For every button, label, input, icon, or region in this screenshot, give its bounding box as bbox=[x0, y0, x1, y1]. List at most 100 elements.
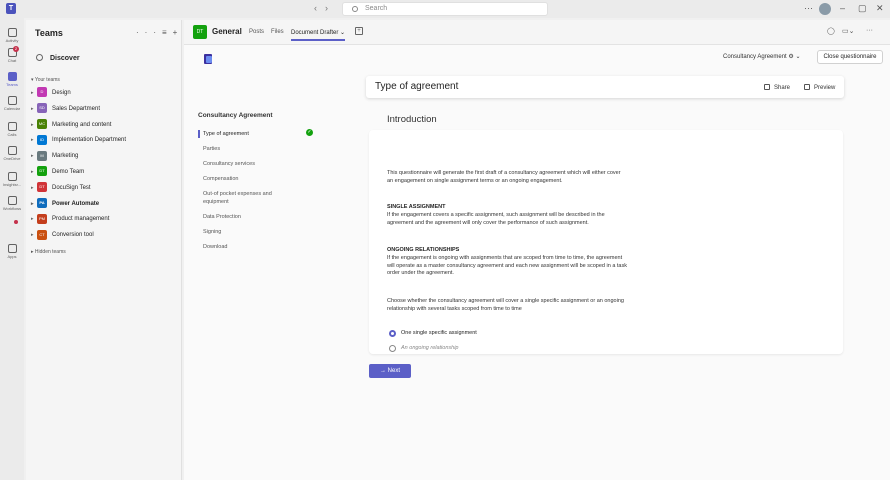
nav-item[interactable]: Compensation bbox=[203, 175, 298, 183]
avatar[interactable] bbox=[819, 3, 831, 15]
rail-item-calls[interactable]: Calls bbox=[0, 122, 24, 137]
question-text: Choose whether the consultancy agreement… bbox=[387, 298, 624, 312]
team-avatar: DT bbox=[37, 182, 47, 193]
teams-panel-title: Teams bbox=[35, 28, 63, 38]
more-options-icon[interactable]: ··· bbox=[866, 27, 873, 34]
agreement-select-label: Consultancy Agreement bbox=[723, 54, 787, 60]
back-arrow-icon[interactable]: ‹ bbox=[314, 3, 325, 13]
agreement-select[interactable]: Consultancy Agreement ⚙ ⌄ bbox=[723, 53, 800, 60]
team-name: Power Automate bbox=[52, 200, 100, 207]
team-item[interactable]: ▸ D Design bbox=[31, 87, 71, 99]
team-item[interactable]: ▸ DT DocuSign Test bbox=[31, 182, 91, 194]
team-item[interactable]: ▸ PA Power Automate bbox=[31, 198, 99, 210]
team-avatar: DT bbox=[37, 166, 47, 177]
rail-item-calendar[interactable]: Calendar bbox=[0, 96, 24, 111]
add-tab-icon[interactable]: + bbox=[355, 27, 363, 35]
tab-posts[interactable]: Posts bbox=[249, 29, 264, 35]
tab-files[interactable]: Files bbox=[271, 29, 284, 35]
rail-item-label: Calls bbox=[7, 132, 17, 137]
hidden-teams-label[interactable]: ▸ Hidden teams bbox=[31, 249, 66, 255]
team-item[interactable]: ▸ DT Demo Team bbox=[31, 166, 84, 178]
workflow-icon bbox=[7, 196, 17, 205]
nav-item[interactable]: Out-of pocket expenses and equipment bbox=[203, 190, 298, 206]
add-icon[interactable]: + bbox=[173, 28, 184, 37]
radio-ongoing-relationship[interactable]: An ongoing relationship bbox=[389, 345, 459, 352]
rail-item-chat[interactable]: Chat 2 bbox=[0, 46, 24, 63]
cloud-icon bbox=[7, 146, 17, 155]
next-label: Next bbox=[387, 368, 400, 374]
team-item[interactable]: ▸ CT Conversion tool bbox=[31, 229, 94, 241]
rail-item-activity[interactable]: Activity bbox=[0, 28, 24, 43]
rail-item-label: Calendar bbox=[3, 106, 21, 111]
title-bar: T ‹› Search ··· – ▢ ✕ bbox=[0, 0, 890, 18]
discover-item[interactable]: Discover bbox=[36, 54, 80, 62]
more-options-icon[interactable]: ··· bbox=[136, 28, 162, 37]
close-questionnaire-button[interactable]: Close questionnaire bbox=[817, 50, 883, 64]
single-assignment-text: If the engagement covers a specific assi… bbox=[387, 212, 605, 226]
status-dot-icon bbox=[14, 220, 18, 224]
channel-avatar: DT bbox=[193, 25, 207, 39]
rail-item-apps[interactable]: Apps bbox=[0, 244, 24, 259]
channel-name: General bbox=[212, 27, 242, 36]
rail-item-label: Activity bbox=[5, 38, 19, 43]
radio-label: An ongoing relationship bbox=[401, 345, 459, 351]
radio-button[interactable] bbox=[389, 330, 396, 337]
team-name: Product management bbox=[52, 216, 110, 223]
rail-item-workflows[interactable]: Workflows bbox=[0, 196, 24, 211]
nav-item[interactable]: Consultancy services bbox=[203, 160, 298, 168]
questionnaire-nav-title: Consultancy Agreement bbox=[198, 112, 273, 119]
chat-icon[interactable]: ◯ bbox=[827, 27, 835, 35]
teams-icon bbox=[7, 72, 17, 81]
nav-item[interactable]: Signing bbox=[203, 228, 298, 236]
your-teams-text: Your teams bbox=[34, 77, 60, 83]
team-item[interactable]: ▸ MC Marketing and content bbox=[31, 119, 111, 131]
team-item[interactable]: ▸ SD Sales Department bbox=[31, 103, 100, 115]
rail-item-label: Chat bbox=[7, 58, 17, 63]
team-name: Design bbox=[52, 90, 71, 96]
tab-document-drafter[interactable]: Document Drafter ⌄ bbox=[291, 29, 346, 41]
share-button[interactable]: Share bbox=[764, 84, 790, 91]
minimize-icon[interactable]: – bbox=[840, 3, 845, 13]
more-options-icon[interactable]: ··· bbox=[804, 3, 813, 13]
filter-icon[interactable]: ≡ bbox=[162, 28, 173, 37]
bell-icon bbox=[7, 28, 17, 37]
share-label: Share bbox=[774, 85, 791, 91]
nav-item[interactable]: Data Protection bbox=[203, 213, 298, 221]
rail-item-teams[interactable]: Teams bbox=[0, 72, 24, 87]
tab-document-drafter-label: Document Drafter bbox=[291, 30, 339, 36]
forward-arrow-icon[interactable]: › bbox=[325, 3, 336, 13]
your-teams-label[interactable]: ▾ Your teams bbox=[31, 77, 60, 83]
rail-item-label: Teams bbox=[6, 82, 18, 87]
teams-panel: Teams ···≡+ Discover ▾ Your teams ▸ D Desi… bbox=[26, 20, 182, 480]
search-icon bbox=[352, 6, 358, 12]
nav-item[interactable]: Type of agreement bbox=[198, 130, 298, 138]
video-icon[interactable]: ▭⌄ bbox=[842, 27, 854, 35]
rail-item-onedrive[interactable]: OneDrive bbox=[0, 146, 24, 161]
next-button[interactable]: → Next bbox=[369, 364, 411, 378]
settings-icon: ⚙ bbox=[788, 54, 794, 60]
download-icon bbox=[7, 172, 17, 181]
search-placeholder: Search bbox=[365, 5, 388, 12]
team-name: Marketing and content bbox=[52, 121, 112, 128]
maximize-icon[interactable]: ▢ bbox=[858, 3, 867, 14]
close-icon[interactable]: ✕ bbox=[876, 3, 884, 14]
document-drafter-logo-icon bbox=[204, 54, 212, 64]
app-rail: Activity Chat 2 Teams Calendar Calls OneDrive I… bbox=[0, 18, 24, 480]
phone-icon bbox=[7, 122, 17, 131]
team-name: Conversion tool bbox=[52, 232, 94, 239]
team-item[interactable]: ▸ M Marketing bbox=[31, 150, 78, 162]
radio-button[interactable] bbox=[389, 345, 396, 352]
ongoing-text: If the engagement is ongoing with assign… bbox=[387, 255, 627, 277]
nav-item[interactable]: Download bbox=[203, 243, 298, 251]
team-name: Sales Department bbox=[52, 105, 101, 112]
search-input[interactable]: Search bbox=[342, 2, 548, 16]
nav-item[interactable]: Parties bbox=[203, 145, 298, 153]
rail-item-label: Workflows bbox=[2, 206, 22, 211]
radio-single-assignment[interactable]: One single specific assignment bbox=[389, 330, 477, 337]
notification-badge: 2 bbox=[13, 46, 19, 52]
team-item[interactable]: ▸ ID Implementation Department bbox=[31, 134, 126, 146]
preview-button[interactable]: Preview bbox=[804, 84, 835, 91]
rail-item-label: OneDrive bbox=[3, 156, 21, 161]
team-item[interactable]: ▸ PM Product management bbox=[31, 213, 109, 225]
rail-item-insightsr[interactable]: Insightsr... bbox=[0, 172, 24, 187]
